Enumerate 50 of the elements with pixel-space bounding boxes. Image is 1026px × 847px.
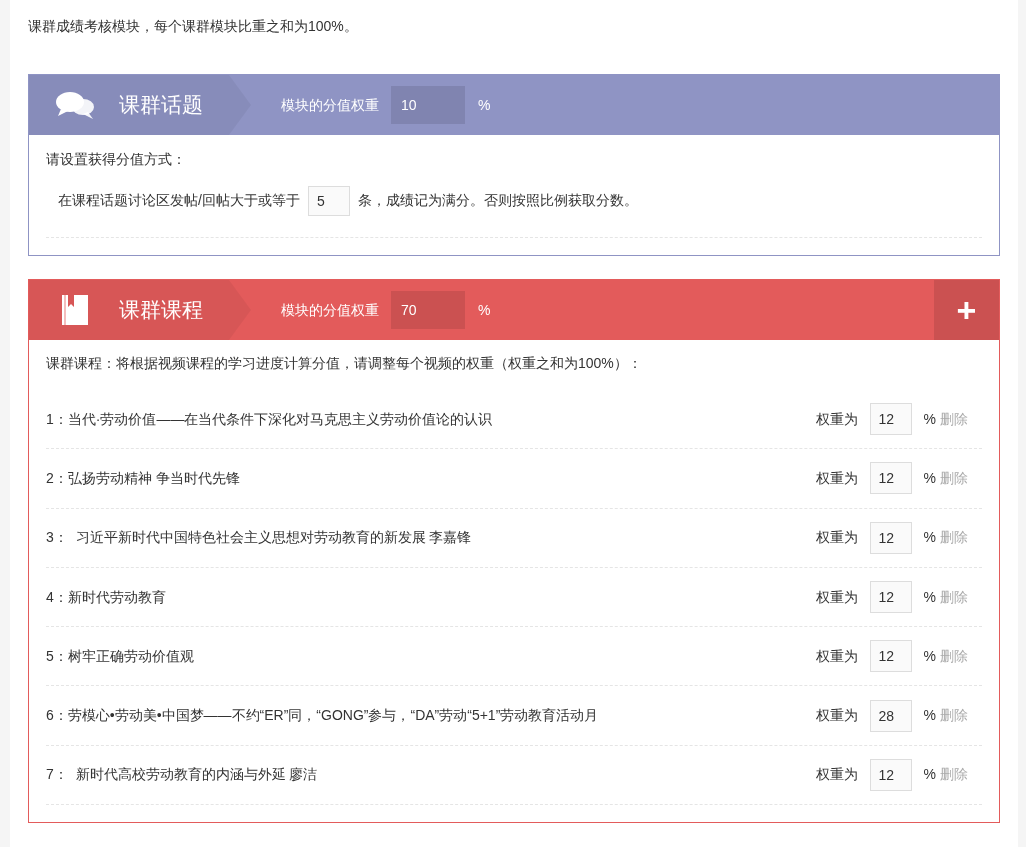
video-title: 5：树牢正确劳动价值观: [46, 646, 195, 666]
percent-sign: %: [923, 468, 936, 488]
percent-sign: %: [923, 706, 936, 726]
percent-sign: %: [923, 587, 936, 607]
weight-label: 模块的分值权重: [281, 95, 379, 115]
weight-input[interactable]: 12: [869, 403, 912, 436]
weight-label: 权重为: [815, 765, 858, 785]
weight-label: 模块的分值权重: [281, 300, 379, 320]
count-input[interactable]: 5: [307, 185, 350, 216]
delete-link[interactable]: 删除: [940, 764, 968, 786]
weight-input[interactable]: 12: [869, 581, 912, 614]
percent-sign: %: [478, 95, 491, 115]
chat-bubbles-icon: [55, 90, 95, 120]
module-title: 课群课程: [119, 297, 203, 324]
weight-label: 权重为: [815, 528, 858, 548]
percent-sign: %: [923, 528, 936, 548]
weight-input[interactable]: 12: [869, 462, 912, 495]
percent-sign: %: [923, 765, 936, 785]
video-title: 2：弘扬劳动精神 争当时代先锋: [46, 468, 241, 488]
video-title: 6：劳模心•劳动美•中国梦——不约“ER”同，“GONG”参与，“DA”劳动“5+1”劳动教育活动月: [46, 706, 600, 726]
intro-text: 课群成绩考核模块，每个课群模块比重之和为100%。: [28, 17, 359, 36]
percent-sign: %: [478, 300, 491, 320]
weight-input[interactable]: 12: [869, 521, 912, 554]
weight-label: 权重为: [815, 409, 858, 429]
weight-input[interactable]: 28: [869, 699, 912, 732]
weight-label: 权重为: [815, 706, 858, 726]
rule-text: 条，成绩记为满分。否则按照比例获取分数。: [357, 191, 638, 210]
delete-link[interactable]: 删除: [940, 467, 968, 489]
percent-sign: %: [923, 409, 936, 429]
delete-link[interactable]: 删除: [940, 586, 968, 608]
delete-link[interactable]: 删除: [940, 705, 968, 727]
add-button[interactable]: +: [934, 280, 999, 340]
delete-link[interactable]: 删除: [940, 527, 968, 549]
weight-label: 权重为: [815, 587, 858, 607]
module-title: 课群话题: [119, 92, 203, 119]
weight-input[interactable]: 12: [869, 640, 912, 673]
video-title: 1：当代·劳动价值——在当代条件下深化对马克思主义劳动价值论的认识: [46, 409, 494, 429]
weight-label: 权重为: [815, 468, 858, 488]
rule-text: 在课程话题讨论区发帖/回帖大于或等于: [58, 191, 300, 210]
delete-link[interactable]: 删除: [940, 408, 968, 430]
book-icon: [60, 293, 90, 327]
prompt-text: 请设置获得分值方式：: [46, 150, 187, 169]
video-title: 3： 习近平新时代中国特色社会主义思想对劳动教育的新发展 李嘉锋: [46, 528, 473, 548]
percent-sign: %: [923, 646, 936, 666]
weight-input[interactable]: 12: [869, 758, 912, 791]
weight-label: 权重为: [815, 646, 858, 666]
video-title: 7： 新时代高校劳动教育的内涵与外延 廖洁: [46, 765, 319, 785]
video-title: 4：新时代劳动教育: [46, 587, 167, 607]
delete-link[interactable]: 删除: [940, 645, 968, 667]
prompt-text: 课群课程：将根据视频课程的学习进度计算分值，请调整每个视频的权重（权重之和为100%）：: [46, 354, 643, 373]
